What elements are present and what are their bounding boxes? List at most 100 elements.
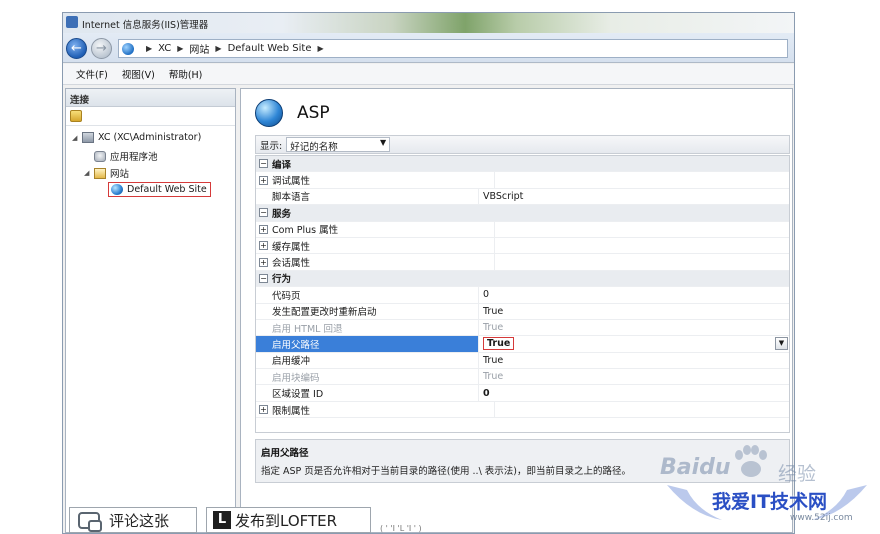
breadcrumb-item-sites[interactable]: 网站 [189,41,209,56]
property-name: 启用父路径 [256,336,478,352]
expand-toggle-icon[interactable]: + [259,224,268,234]
expand-toggle-icon[interactable]: + [259,241,268,251]
property-group-row[interactable]: + 调试属性 [256,172,789,189]
property-row[interactable]: 启用缓冲 True [256,352,789,370]
menu-help[interactable]: 帮助(H) [169,67,203,81]
connect-icon[interactable] [70,110,82,122]
forward-button[interactable]: → [91,38,112,59]
property-group-row[interactable]: + 会话属性 [256,254,789,271]
tree-node-app-pools[interactable]: 应用程序池 [94,149,158,163]
breadcrumb-item-default-site[interactable]: Default Web Site [228,43,312,54]
tree-node-server[interactable]: ◢ XC (XC\Administrator) [72,132,201,143]
server-icon [82,132,94,143]
property-name: 区域设置 ID [272,389,324,401]
breadcrumb-separator-icon[interactable]: ▶ [215,44,221,53]
expand-toggle-icon[interactable]: + [259,175,268,185]
property-row[interactable]: 发生配置更改时重新启动 True [256,303,789,320]
watermark-url: www.52ij.com [790,513,853,523]
property-name: 脚本语言 [272,192,311,204]
property-group-row[interactable]: + Com Plus 属性 [256,221,789,238]
collapse-toggle-icon[interactable]: − [259,159,268,169]
back-button[interactable]: ← [66,38,87,59]
collapse-arrow-icon[interactable]: ◢ [84,169,94,177]
property-value[interactable]: True [478,369,789,385]
globe-icon [122,42,134,55]
tree-node-label: Default Web Site [127,184,207,195]
display-select[interactable]: 好记的名称 ▼ [286,137,391,153]
property-value[interactable] [494,254,789,270]
property-name: 缓存属性 [272,241,311,253]
property-group-row[interactable]: + 限制属性 [256,401,789,419]
property-value[interactable]: VBScript [478,188,789,205]
display-select-value: 好记的名称 [290,142,338,153]
property-value[interactable]: True [478,352,789,369]
property-value-text: VBScript [483,190,524,202]
value-dropdown-button[interactable]: ▼ [775,337,788,351]
breadcrumb-item-server[interactable]: XC [158,43,171,54]
property-row[interactable]: 启用块编码 True [256,369,789,386]
breadcrumb-separator-icon[interactable]: ▶ [177,44,183,53]
globe-icon [255,99,283,127]
iis-app-icon [66,16,78,28]
menu-view[interactable]: 视图(V) [122,67,155,81]
feature-title: ASP [297,103,330,123]
property-row[interactable]: 启用父路径 True ▼ [256,336,789,353]
property-name: 启用缓冲 [272,356,311,368]
comment-button[interactable]: 评论这张 [69,507,197,533]
property-category-label: 服务 [272,208,292,220]
property-category-row[interactable]: − 服务 [256,205,789,222]
property-name: 发生配置更改时重新启动 [272,307,377,319]
property-value[interactable] [494,237,789,254]
window-title: Internet 信息服务(IIS)管理器 [82,20,209,31]
tree-node-sites[interactable]: ◢ 网站 [84,166,129,180]
expand-toggle-icon[interactable]: + [259,405,268,415]
title-bar: Internet 信息服务(IIS)管理器 [63,13,794,33]
property-value[interactable]: True [478,319,789,336]
collapse-toggle-icon[interactable]: − [259,208,268,218]
property-name: Com Plus 属性 [272,225,339,237]
property-row[interactable]: 代码页 0 [256,287,789,304]
collapse-arrow-icon[interactable]: ◢ [72,134,82,142]
app-pool-icon [94,150,106,162]
property-value[interactable] [494,401,789,418]
menu-bar: 文件(F) 视图(V) 帮助(H) [63,64,794,85]
lofter-button[interactable]: L 发布到LOFTER [206,507,371,533]
arrow-left-icon: ← [71,41,82,56]
property-row[interactable]: 脚本语言 VBScript [256,188,789,206]
status-fragment: ( ' 'I 'L 'I ' ) [380,524,422,533]
property-category-row[interactable]: − 编译 [256,156,789,173]
tree-node-label: 网站 [110,169,130,180]
menu-file[interactable]: 文件(F) [76,67,108,81]
property-value[interactable] [494,221,789,237]
globe-icon [111,184,123,195]
property-category-label: 行为 [272,274,292,286]
address-bar: ← → ▶ XC ▶ 网站 ▶ Default Web Site ▶ [63,33,794,63]
property-group-row[interactable]: + 缓存属性 [256,237,789,255]
connections-header: 连接 [66,89,235,107]
tree-node-default-web-site[interactable]: Default Web Site [108,182,211,197]
property-value[interactable]: 0 [478,385,789,401]
property-name: 启用 HTML 回退 [272,323,343,335]
property-row[interactable]: 启用 HTML 回退 True [256,319,789,337]
property-category-row[interactable]: − 行为 [256,270,789,288]
property-value-text: 0 [483,289,490,301]
breadcrumb-separator-icon[interactable]: ▶ [317,44,323,53]
property-value[interactable]: True [478,336,789,352]
tree-node-label: XC (XC\Administrator) [98,132,202,143]
comment-label: 评论这张 [109,511,170,530]
property-value[interactable] [494,172,789,188]
collapse-toggle-icon[interactable]: − [259,273,268,283]
property-value[interactable]: True [478,303,789,319]
property-value[interactable]: 0 [478,287,789,303]
chevron-down-icon: ▼ [380,138,387,147]
expand-toggle-icon[interactable]: + [259,257,268,267]
breadcrumb[interactable]: ▶ XC ▶ 网站 ▶ Default Web Site ▶ [118,39,788,58]
property-row[interactable]: 区域设置 ID 0 [256,385,789,402]
watermark: Baidu 经验 我爱IT技术网 www.52ij.com [660,445,875,534]
property-name: 限制属性 [272,405,311,417]
display-label: 显示: [260,140,283,152]
breadcrumb-separator-icon[interactable]: ▶ [146,44,152,53]
property-value-text: True [483,305,504,317]
tree-node-label: 应用程序池 [110,152,158,163]
baidu-paw-icon [735,445,767,477]
